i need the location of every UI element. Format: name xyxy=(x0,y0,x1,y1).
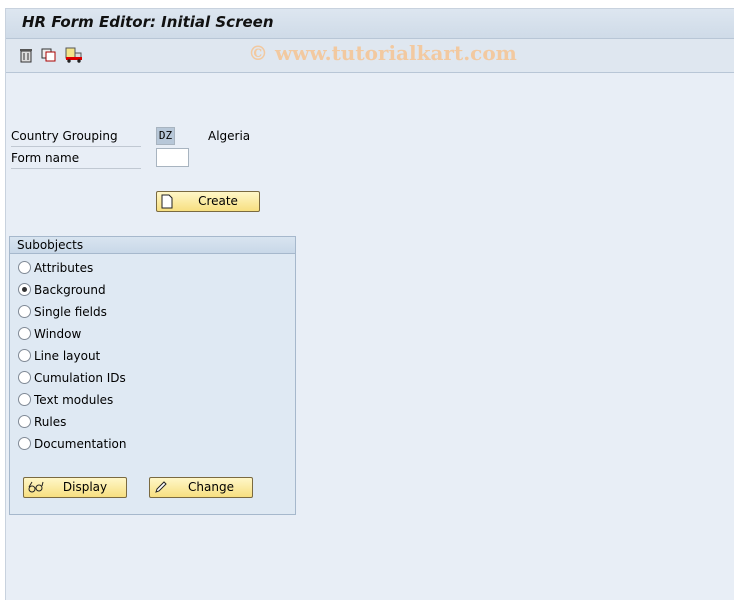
radio-label: Background xyxy=(34,283,106,297)
display-button[interactable]: Display xyxy=(23,477,127,498)
radio-button[interactable] xyxy=(18,305,31,318)
create-button[interactable]: Create xyxy=(156,191,260,212)
create-label: Create xyxy=(198,194,238,208)
radio-button[interactable] xyxy=(18,283,31,296)
display-label: Display xyxy=(62,480,108,494)
radio-text-modules[interactable]: Text modules xyxy=(18,391,113,409)
radio-line-layout[interactable]: Line layout xyxy=(18,347,100,365)
main-window: HR Form Editor: Initial Screen © www.tut… xyxy=(5,8,734,600)
title-bar: HR Form Editor: Initial Screen xyxy=(6,9,734,39)
window-title: HR Form Editor: Initial Screen xyxy=(22,13,274,31)
radio-label: Cumulation IDs xyxy=(34,371,126,385)
radio-label: Single fields xyxy=(34,305,107,319)
radio-rules[interactable]: Rules xyxy=(18,413,66,431)
country-grouping-label: Country Grouping xyxy=(11,126,141,147)
country-name: Algeria xyxy=(208,129,251,143)
watermark: © www.tutorialkart.com xyxy=(248,41,517,65)
radio-button[interactable] xyxy=(18,437,31,450)
radio-button[interactable] xyxy=(18,327,31,340)
radio-label: Documentation xyxy=(34,437,127,451)
radio-button[interactable] xyxy=(18,261,31,274)
radio-button[interactable] xyxy=(18,349,31,362)
radio-label: Line layout xyxy=(34,349,101,363)
radio-label: Text modules xyxy=(34,393,114,407)
application-toolbar: © www.tutorialkart.com xyxy=(6,39,734,73)
radio-button[interactable] xyxy=(18,415,31,428)
radio-label: Window xyxy=(34,327,82,341)
transport-truck-icon[interactable] xyxy=(65,47,83,63)
radio-attributes[interactable]: Attributes xyxy=(18,259,93,277)
radio-background[interactable]: Background xyxy=(18,281,106,299)
form-name-input[interactable] xyxy=(156,148,189,167)
copy-icon[interactable] xyxy=(41,47,57,63)
radio-cumulation-ids[interactable]: Cumulation IDs xyxy=(18,369,126,387)
form-name-label: Form name xyxy=(11,148,141,169)
radio-documentation[interactable]: Documentation xyxy=(18,435,127,453)
subobjects-group: Subobjects Attributes Background Single fi… xyxy=(9,236,296,515)
trash-icon[interactable] xyxy=(18,47,34,63)
radio-window[interactable]: Window xyxy=(18,325,81,343)
radio-single-fields[interactable]: Single fields xyxy=(18,303,107,321)
country-grouping-input[interactable]: DZ xyxy=(156,127,175,145)
change-button[interactable]: Change xyxy=(149,477,253,498)
change-label: Change xyxy=(188,480,234,494)
radio-button[interactable] xyxy=(18,393,31,406)
radio-label: Rules xyxy=(34,415,67,429)
radio-label: Attributes xyxy=(34,261,94,275)
radio-button[interactable] xyxy=(18,371,31,384)
subobjects-title: Subobjects xyxy=(10,237,295,254)
